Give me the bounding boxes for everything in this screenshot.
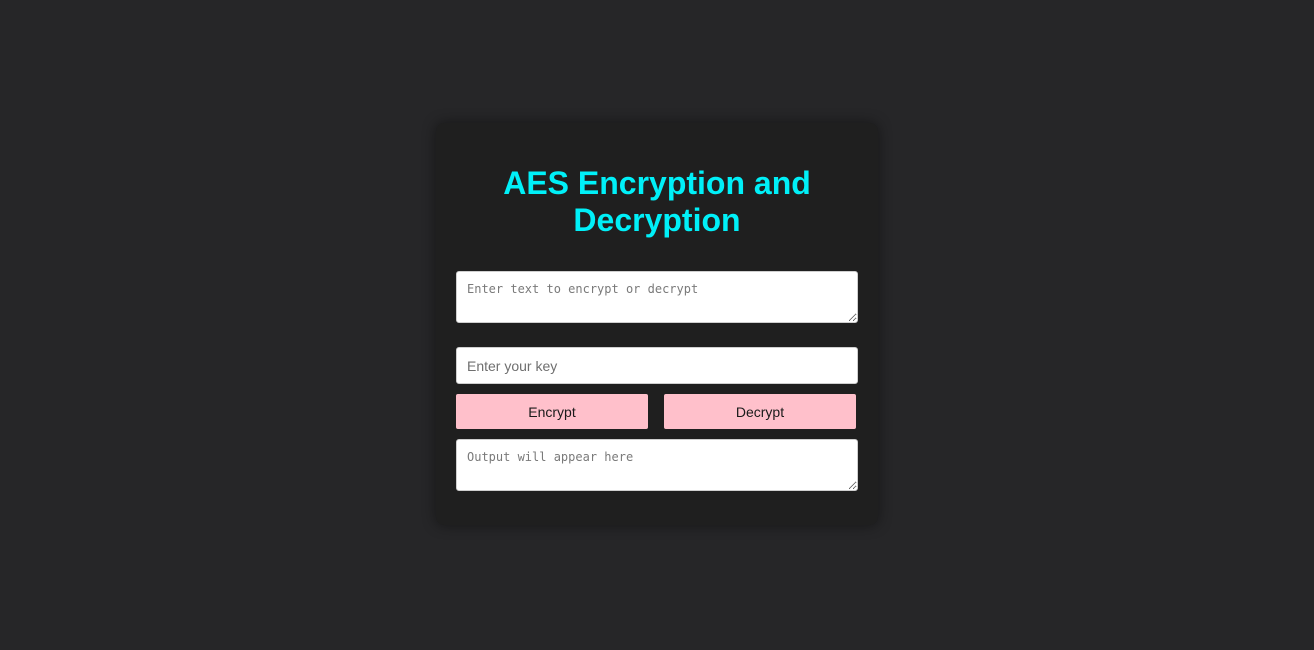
- page-title: AES Encryption and Decryption: [503, 165, 811, 238]
- key-input[interactable]: [456, 347, 858, 384]
- input-text-area[interactable]: [456, 271, 858, 323]
- decrypt-button[interactable]: Decrypt: [664, 394, 856, 429]
- encrypt-button[interactable]: Encrypt: [456, 394, 648, 429]
- encryption-card: AES Encryption and Decryption Encrypt De…: [436, 123, 878, 525]
- output-text-area[interactable]: [456, 439, 858, 491]
